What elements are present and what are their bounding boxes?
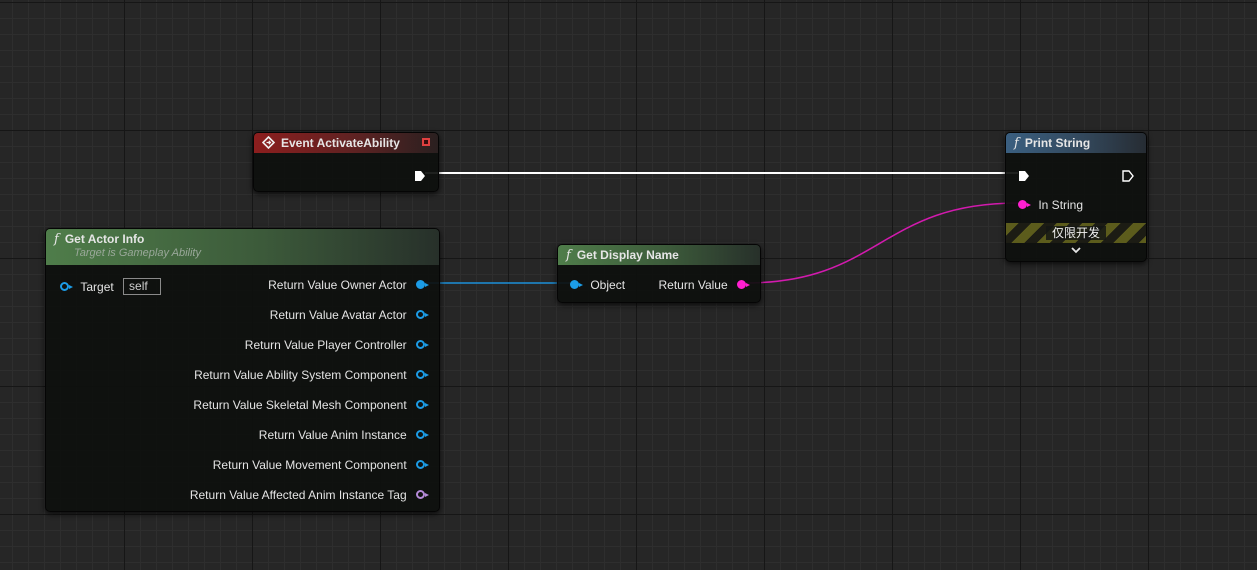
output-pin-anim-instance[interactable]: Return Value Anim Instance <box>258 426 429 443</box>
return-value-pin-row[interactable]: Return Value <box>658 276 750 293</box>
output-label: Return Value Ability System Component <box>194 367 407 382</box>
output-pin-owner-actor[interactable]: Return Value Owner Actor <box>268 276 429 293</box>
expand-chevron-icon[interactable] <box>1006 243 1146 257</box>
target-self-field[interactable]: self <box>123 278 162 296</box>
string-pin-icon[interactable] <box>1018 200 1031 210</box>
object-pin-icon[interactable] <box>416 460 429 470</box>
print-string-title: Print String <box>1024 136 1091 150</box>
object-label: Object <box>590 277 626 292</box>
exec-pin-icon <box>1122 170 1134 182</box>
object-pin-icon[interactable] <box>416 400 429 410</box>
print-string-header[interactable]: f Print String <box>1006 133 1146 153</box>
exec-out-pin[interactable] <box>414 167 426 183</box>
development-only-banner: 仅限开发 <box>1006 223 1146 243</box>
print-string-node[interactable]: f Print String In String 仅限开发 <box>1005 132 1147 262</box>
function-icon: f <box>1014 136 1019 151</box>
get-actor-info-header[interactable]: f Get Actor Info Target is Gameplay Abili… <box>46 229 439 265</box>
object-pin-icon[interactable] <box>416 430 429 440</box>
exec-pin-icon <box>1019 170 1029 181</box>
output-pin-movement-component[interactable]: Return Value Movement Component <box>212 456 429 473</box>
get-display-name-title: Get Display Name <box>576 248 679 262</box>
object-pin-icon[interactable] <box>416 310 429 320</box>
event-node-title: Event ActivateAbility <box>281 136 400 150</box>
output-pin-skeletal-mesh-component[interactable]: Return Value Skeletal Mesh Component <box>193 396 429 413</box>
output-label: Return Value Movement Component <box>212 457 407 472</box>
event-node-header[interactable]: Event ActivateAbility <box>254 133 438 153</box>
exec-pin-icon <box>415 170 425 181</box>
object-pin-icon[interactable] <box>416 280 429 290</box>
function-icon: f <box>54 232 59 247</box>
output-label: Return Value Skeletal Mesh Component <box>193 397 407 412</box>
event-icon <box>261 133 276 153</box>
get-actor-info-subtitle: Target is Gameplay Ability <box>74 247 201 259</box>
delegate-pin-icon[interactable] <box>422 138 430 146</box>
get-actor-info-title: Get Actor Info <box>64 232 145 246</box>
output-pin-avatar-actor[interactable]: Return Value Avatar Actor <box>269 306 429 323</box>
string-pin-icon[interactable] <box>737 280 750 290</box>
get-display-name-node[interactable]: f Get Display Name Object Return Value <box>557 244 761 303</box>
output-pin-player-controller[interactable]: Return Value Player Controller <box>244 336 429 353</box>
function-icon: f <box>566 248 571 263</box>
object-pin-icon[interactable] <box>570 280 583 290</box>
output-pin-ability-system-component[interactable]: Return Value Ability System Component <box>194 366 429 383</box>
output-label: Return Value Affected Anim Instance Tag <box>189 487 407 502</box>
output-pin-affected-anim-instance-tag[interactable]: Return Value Affected Anim Instance Tag <box>189 486 429 503</box>
object-pin-icon[interactable] <box>416 340 429 350</box>
output-label: Return Value Anim Instance <box>258 427 407 442</box>
development-only-label: 仅限开发 <box>1045 226 1106 240</box>
struct-pin-icon[interactable] <box>416 490 429 500</box>
target-pin-row[interactable]: Target self <box>60 278 162 296</box>
return-value-label: Return Value <box>658 277 728 292</box>
get-display-name-header[interactable]: f Get Display Name <box>558 245 760 265</box>
object-pin-icon[interactable] <box>60 282 73 292</box>
exec-in-pin[interactable] <box>1018 167 1030 183</box>
output-label: Return Value Player Controller <box>244 337 407 352</box>
string-wire[interactable] <box>744 202 1019 284</box>
target-label: Target <box>80 279 114 294</box>
event-activate-ability-node[interactable]: Event ActivateAbility <box>253 132 439 192</box>
output-label: Return Value Owner Actor <box>268 277 407 292</box>
get-actor-info-node[interactable]: f Get Actor Info Target is Gameplay Abili… <box>45 228 440 512</box>
object-pin-icon[interactable] <box>416 370 429 380</box>
object-in-pin-row[interactable]: Object <box>570 276 625 293</box>
in-string-label: In String <box>1038 197 1084 212</box>
exec-out-pin[interactable] <box>1122 167 1134 183</box>
in-string-pin-row[interactable]: In String <box>1018 196 1083 213</box>
output-label: Return Value Avatar Actor <box>269 307 407 322</box>
